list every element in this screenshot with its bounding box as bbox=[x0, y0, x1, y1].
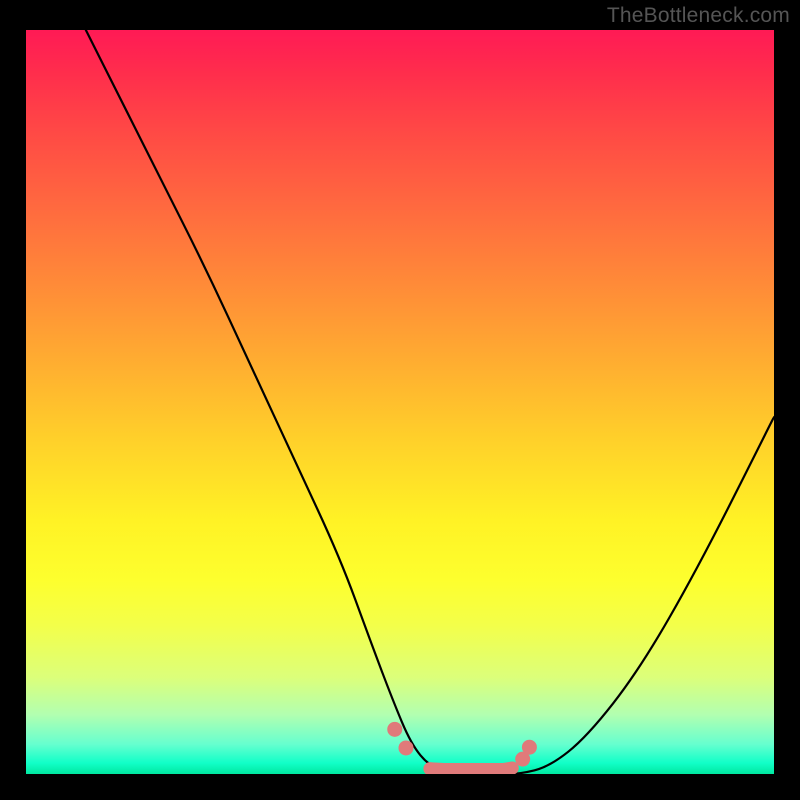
optimal-range-markers bbox=[387, 722, 537, 774]
attribution-label: TheBottleneck.com bbox=[607, 4, 790, 28]
bottleneck-chart bbox=[26, 30, 774, 774]
chart-area bbox=[26, 30, 774, 774]
valley-dot bbox=[398, 740, 413, 755]
valley-dot bbox=[387, 722, 402, 737]
bottleneck-curve bbox=[86, 30, 774, 774]
valley-dot bbox=[522, 740, 537, 755]
